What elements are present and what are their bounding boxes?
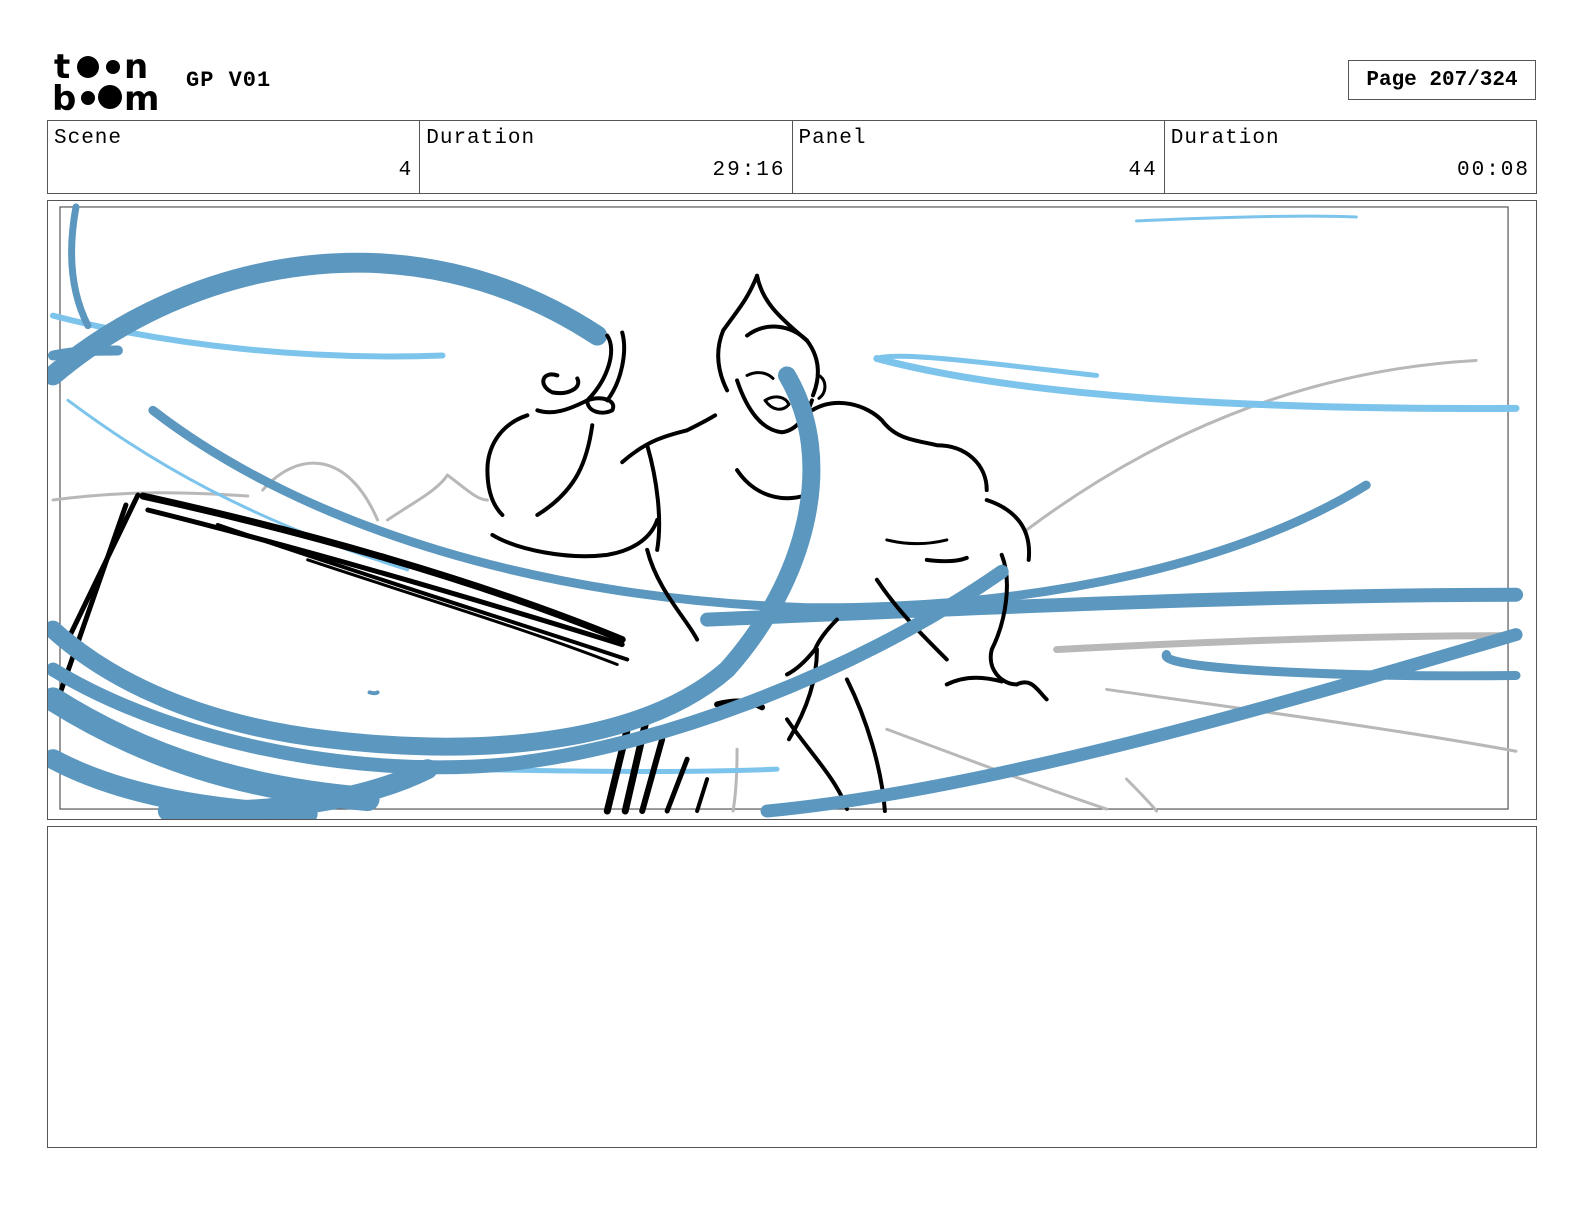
project-title: GP V01 [186, 68, 272, 93]
panel-notes-box [47, 826, 1537, 1148]
page-number: Page 207/324 [1348, 60, 1536, 100]
scene-cell: Scene 4 [48, 121, 421, 193]
scene-duration-value: 29:16 [712, 159, 786, 182]
panel-duration-cell: Duration 00:08 [1165, 121, 1536, 193]
svg-text:b: b [52, 79, 76, 112]
panel-duration-value: 00:08 [1456, 159, 1530, 182]
panel-duration-label: Duration [1170, 127, 1280, 150]
panel-cell: Panel 44 [793, 121, 1165, 193]
scene-value: 4 [398, 159, 414, 182]
scene-duration-label: Duration [426, 127, 536, 150]
panel-value: 44 [1128, 159, 1158, 182]
panel-label: Panel [798, 127, 867, 150]
storyboard-panel [47, 200, 1537, 820]
safe-area-frame [59, 206, 1509, 810]
toonboom-logo: t n b m [52, 47, 164, 119]
scene-label: Scene [54, 127, 123, 150]
block-sketch [55, 492, 630, 702]
scene-duration-cell: Duration 29:16 [420, 121, 793, 193]
scene-info-row: Scene 4 Duration 29:16 Panel 44 Duration… [47, 120, 1537, 194]
svg-text:m: m [124, 79, 159, 112]
dark-swirls-back [48, 203, 1524, 681]
panel-sketch [48, 203, 1524, 819]
